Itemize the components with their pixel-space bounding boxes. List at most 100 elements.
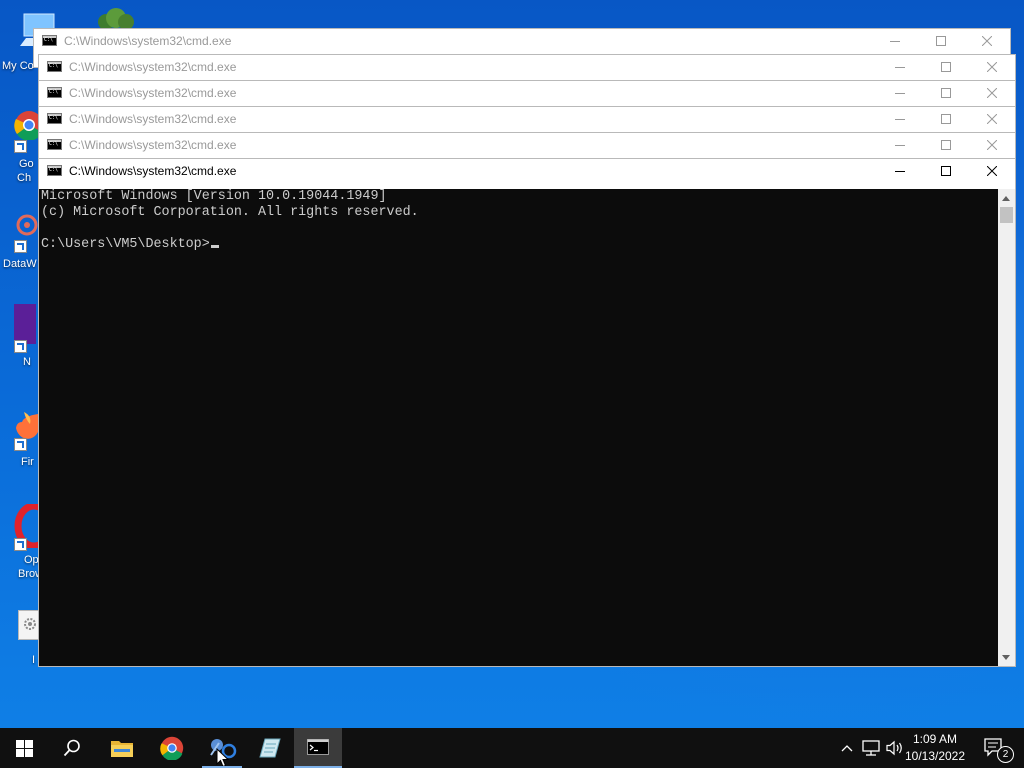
action-center-button[interactable]: 2 [978, 728, 1014, 768]
n-app-icon [14, 304, 36, 344]
desktop-icon-label: Go [19, 158, 34, 170]
console-line: (c) Microsoft Corporation. All rights re… [41, 205, 419, 220]
windows-start-icon [15, 739, 33, 757]
maximize-button[interactable] [923, 159, 969, 183]
minimize-icon [895, 119, 905, 120]
start-button[interactable] [0, 728, 48, 768]
minimize-button[interactable] [877, 133, 923, 157]
gear-icon [24, 618, 36, 630]
cmd-app-icon [42, 35, 57, 46]
minimize-icon [895, 145, 905, 146]
desktop-icon-label: Fir [21, 456, 34, 468]
taskbar-chrome[interactable] [148, 728, 196, 768]
close-button[interactable] [964, 29, 1010, 53]
clock-date: 10/13/2022 [904, 749, 966, 763]
desktop-icon-label: N [23, 356, 31, 368]
title-bar[interactable]: C:\Windows\system32\cmd.exe [34, 29, 1010, 53]
mouse-pointer-icon [216, 748, 229, 768]
minimize-button[interactable] [877, 107, 923, 131]
close-button[interactable] [969, 133, 1015, 157]
close-icon [987, 62, 997, 72]
scroll-up-arrow-icon[interactable] [1002, 196, 1010, 201]
close-button[interactable] [969, 159, 1015, 183]
maximize-icon [941, 62, 951, 72]
scrollbar-thumb[interactable] [1000, 207, 1013, 223]
window-title: C:\Windows\system32\cmd.exe [69, 112, 237, 126]
chrome-icon [160, 736, 184, 760]
title-bar[interactable]: C:\Windows\system32\cmd.exe [39, 55, 1015, 79]
desktop-icon-label: I [32, 654, 36, 666]
minimize-icon [895, 93, 905, 94]
desktop: My Co Go Ch DataW N Fir Op Brow I C:\ C:… [0, 0, 1024, 728]
minimize-button[interactable] [872, 29, 918, 53]
maximize-button[interactable] [918, 29, 964, 53]
taskbar-clock[interactable]: 1:09 AM 10/13/2022 [900, 731, 970, 765]
shortcut-arrow-icon [14, 140, 27, 153]
search-icon [63, 739, 80, 757]
maximize-button[interactable] [923, 107, 969, 131]
desktop-icon-label: DataW [3, 258, 37, 270]
clock-time: 1:09 AM [912, 732, 958, 746]
shortcut-arrow-icon [14, 438, 27, 451]
network-wired-icon [862, 740, 880, 756]
minimize-icon [890, 41, 900, 42]
cmd-app-icon [47, 165, 62, 176]
close-button[interactable] [969, 107, 1015, 131]
maximize-icon [941, 166, 951, 176]
scroll-down-arrow-icon[interactable] [1002, 655, 1010, 660]
cmd-app-icon [47, 61, 62, 72]
minimize-icon [895, 171, 905, 172]
console-prompt: C:\Users\VM5\Desktop> [41, 237, 210, 252]
shortcut-arrow-icon [14, 240, 27, 253]
vertical-scrollbar[interactable] [998, 189, 1015, 666]
cmd-icon [307, 739, 329, 755]
close-icon [987, 114, 997, 124]
close-icon [987, 140, 997, 150]
close-icon [982, 36, 992, 46]
taskbar: 1:09 AM 10/13/2022 2 [0, 728, 1024, 768]
search-button[interactable] [48, 728, 96, 768]
minimize-button[interactable] [877, 159, 923, 183]
console-prompt-line[interactable]: C:\Users\VM5\Desktop> [41, 237, 998, 253]
datawrangler-icon [16, 214, 38, 236]
console-line: Microsoft Windows [Version 10.0.19044.19… [41, 189, 387, 204]
minimize-icon [895, 67, 905, 68]
shortcut-arrow-icon [14, 538, 27, 551]
maximize-icon [941, 88, 951, 98]
window-title: C:\Windows\system32\cmd.exe [69, 86, 237, 100]
window-title: C:\Windows\system32\cmd.exe [69, 164, 237, 178]
minimize-button[interactable] [877, 81, 923, 105]
taskbar-network-app[interactable] [198, 728, 246, 768]
cmd-window-active[interactable]: C:\Windows\system32\cmd.exe Microsoft Wi… [38, 158, 1016, 667]
chevron-up-icon [841, 745, 853, 752]
title-bar[interactable]: C:\Windows\system32\cmd.exe [39, 107, 1015, 131]
console-output[interactable]: Microsoft Windows [Version 10.0.19044.19… [39, 189, 998, 666]
maximize-button[interactable] [923, 55, 969, 79]
notification-count-badge: 2 [997, 746, 1014, 763]
close-icon [987, 166, 997, 176]
taskbar-cmd[interactable] [294, 728, 342, 768]
taskbar-file-explorer[interactable] [98, 728, 146, 768]
shortcut-arrow-icon [14, 340, 27, 353]
title-bar[interactable]: C:\Windows\system32\cmd.exe [39, 81, 1015, 105]
desktop-icon-label: Ch [17, 172, 32, 184]
network-status-button[interactable] [860, 728, 882, 768]
maximize-icon [936, 36, 946, 46]
maximize-button[interactable] [923, 133, 969, 157]
maximize-button[interactable] [923, 81, 969, 105]
close-button[interactable] [969, 81, 1015, 105]
minimize-button[interactable] [877, 55, 923, 79]
show-hidden-icons-button[interactable] [838, 728, 856, 768]
cmd-app-icon [47, 87, 62, 98]
close-button[interactable] [969, 55, 1015, 79]
title-bar[interactable]: C:\Windows\system32\cmd.exe [39, 159, 1015, 183]
title-bar[interactable]: C:\Windows\system32\cmd.exe [39, 133, 1015, 157]
cmd-app-icon [47, 113, 62, 124]
window-title: C:\Windows\system32\cmd.exe [69, 138, 237, 152]
desktop-icon-label: My Co [2, 60, 34, 72]
file-explorer-icon [111, 741, 133, 757]
taskbar-notepad[interactable] [246, 728, 294, 768]
maximize-icon [941, 114, 951, 124]
desktop-icon-label: Op [24, 554, 39, 566]
